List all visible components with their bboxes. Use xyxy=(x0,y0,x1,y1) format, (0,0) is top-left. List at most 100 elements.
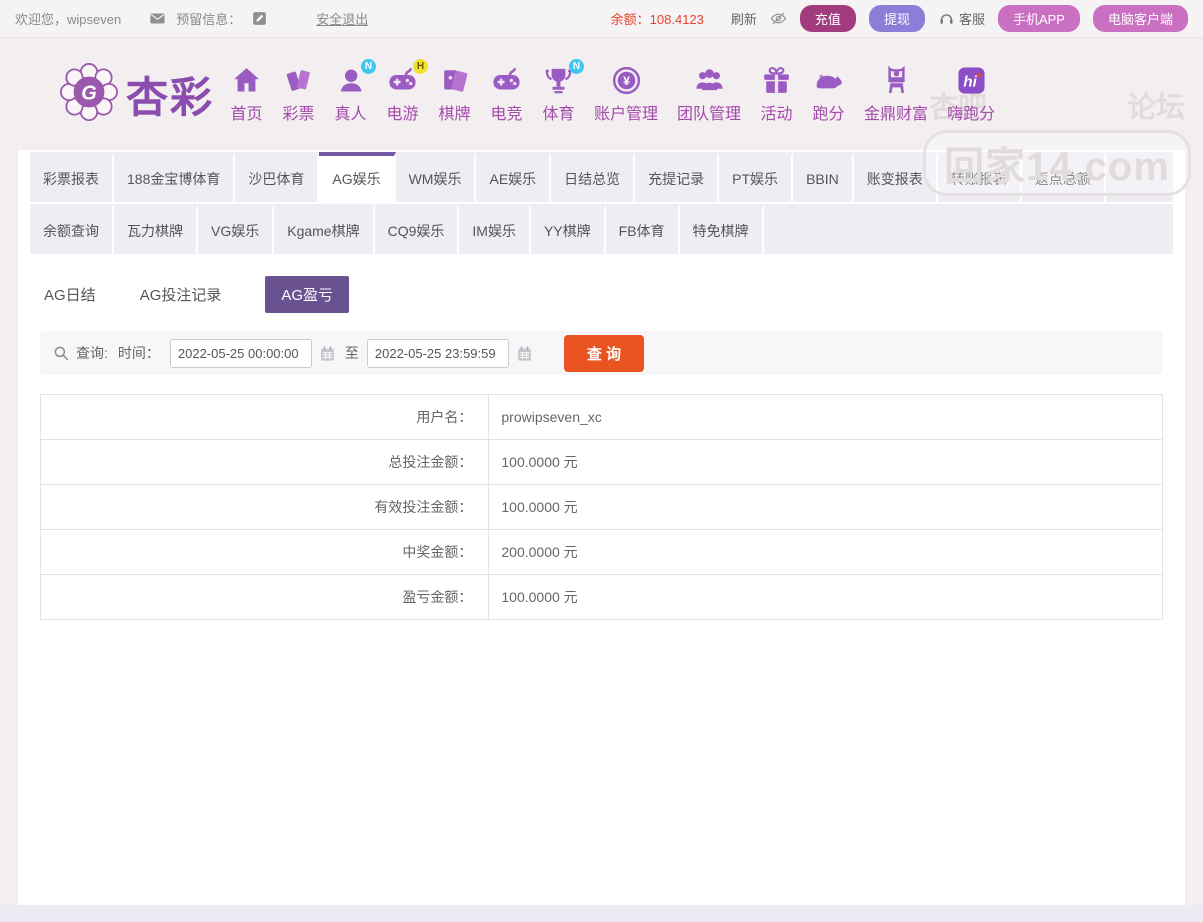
table-row: 盈亏金额： 100.0000 元 xyxy=(41,575,1162,620)
subtab-3[interactable]: AG盈亏 xyxy=(265,276,350,313)
headphones-icon xyxy=(938,10,955,27)
tab-row2-8[interactable]: FB体育 xyxy=(605,204,680,254)
badge-n-icon: N xyxy=(569,59,585,74)
nav-item-9[interactable]: 团队管理 xyxy=(677,64,741,124)
tab-row2-2[interactable]: 瓦力棋牌 xyxy=(114,204,198,254)
gamepad-icon: H xyxy=(386,59,429,97)
throne-icon xyxy=(880,64,913,97)
tab-row1-8[interactable]: 充提记录 xyxy=(635,152,720,202)
withdraw-button[interactable]: 提现 xyxy=(868,5,925,32)
nav-item-label: 首页 xyxy=(230,106,263,123)
nav-item-13[interactable]: hi 嗨跑分 xyxy=(947,64,995,124)
tab-row2-9[interactable]: 特免棋牌 xyxy=(679,204,764,254)
logout-link[interactable]: 安全退出 xyxy=(316,9,368,28)
search-button[interactable]: 查 询 xyxy=(563,334,645,372)
nav-item-10[interactable]: 活动 xyxy=(760,64,793,124)
nav-item-8[interactable]: ¥ 账户管理 xyxy=(594,64,658,124)
calendar-icon[interactable] xyxy=(515,344,534,363)
tab-row1-4[interactable]: AG娱乐 xyxy=(319,152,396,202)
tab-row1-10[interactable]: BBIN xyxy=(793,152,854,202)
gift-icon xyxy=(760,64,793,97)
tab-row2-7[interactable]: YY棋牌 xyxy=(530,204,606,254)
nav-item-2[interactable]: 彩票 xyxy=(282,64,315,124)
tab-row1-9[interactable]: PT娱乐 xyxy=(719,152,794,202)
query-label: 查询: xyxy=(76,345,108,361)
refresh-button[interactable]: 刷新 xyxy=(731,9,757,28)
nav-item-6[interactable]: 电竞 xyxy=(490,64,523,124)
tab-row-1: 彩票报表 188金宝博体育 沙巴体育 AG娱乐 WM娱乐 AE娱乐 日结总览 充提记录 PT娱乐… xyxy=(30,152,1173,202)
row-value: 200.0000 元 xyxy=(501,544,578,560)
watermark-right: 论坛 xyxy=(1126,92,1185,124)
edit-icon[interactable] xyxy=(251,10,268,27)
nav-item-7[interactable]: N 体育 xyxy=(542,59,585,124)
recharge-button[interactable]: 充值 xyxy=(799,5,856,32)
subtab-1[interactable]: AG日结 xyxy=(44,284,96,305)
nav-item-label: 团队管理 xyxy=(677,106,742,123)
tab-row2-4[interactable]: Kgame棋牌 xyxy=(274,204,375,254)
tab-row1-11[interactable]: 账变报表 xyxy=(853,152,938,202)
nav-item-5[interactable]: 棋牌 xyxy=(438,64,471,124)
row-label: 盈亏金额： xyxy=(41,575,490,619)
rhino-icon xyxy=(812,64,845,97)
nav-item-11[interactable]: 跑分 xyxy=(812,64,845,124)
table-row: 中奖金额： 200.0000 元 xyxy=(41,530,1162,575)
tab-row2-5[interactable]: CQ9娱乐 xyxy=(374,204,460,254)
badge-n-icon: N xyxy=(361,59,377,74)
row-value: 100.0000 元 xyxy=(501,499,578,515)
coin-icon: ¥ xyxy=(610,64,643,97)
tab-row1-12[interactable]: 转账报表 xyxy=(937,152,1022,202)
tab-row1-2[interactable]: 188金宝博体育 xyxy=(114,152,236,202)
live-person-icon: N xyxy=(334,59,377,97)
nav-item-4[interactable]: H 电游 xyxy=(386,59,429,124)
nav-item-label: 账户管理 xyxy=(594,106,659,123)
nav-item-12[interactable]: 金鼎财富 xyxy=(864,64,928,124)
mobile-app-button[interactable]: 手机APP xyxy=(997,5,1080,32)
calendar-icon[interactable] xyxy=(318,344,337,363)
tab-row2-1[interactable]: 余额查询 xyxy=(30,204,114,254)
svg-text:¥: ¥ xyxy=(623,74,630,88)
row-value: prowipseven_xc xyxy=(501,409,602,425)
subtab-2[interactable]: AG投注记录 xyxy=(140,284,222,305)
nav-item-label: 嗨跑分 xyxy=(947,106,996,123)
tab-row1-6[interactable]: AE娱乐 xyxy=(476,152,552,202)
trophy-icon: N xyxy=(542,59,585,97)
logo-flower-icon: G xyxy=(60,62,118,126)
tab-row1-5[interactable]: WM娱乐 xyxy=(395,152,477,202)
site-logo[interactable]: G 杏彩 xyxy=(60,62,214,126)
nav-item-1[interactable]: 首页 xyxy=(230,64,263,124)
logo-text: 杏彩 xyxy=(126,64,214,125)
tab-row1-3[interactable]: 沙巴体育 xyxy=(235,152,320,202)
nav-item-label: 彩票 xyxy=(282,106,315,123)
tab-row-2: 余额查询 瓦力棋牌 VG娱乐 Kgame棋牌 CQ9娱乐 IM娱乐 YY棋牌 FB体育 特免棋牌 xyxy=(30,204,1173,254)
pc-client-button[interactable]: 电脑客户端 xyxy=(1092,5,1188,32)
tab-row1-7[interactable]: 日结总览 xyxy=(551,152,636,202)
nav-item-label: 金鼎财富 xyxy=(864,106,929,123)
table-row: 总投注金额： 100.0000 元 xyxy=(41,440,1162,485)
tab-row1-1[interactable]: 彩票报表 xyxy=(30,152,114,202)
content-panel: 彩票报表 188金宝博体育 沙巴体育 AG娱乐 WM娱乐 AE娱乐 日结总览 充提记录 PT娱乐… xyxy=(18,150,1185,905)
gamepad-icon xyxy=(490,64,523,97)
nav-item-label: 体育 xyxy=(542,106,575,123)
search-bar: 查询: 时间： 至 查 询 xyxy=(40,331,1163,375)
envelope-icon[interactable] xyxy=(149,10,166,27)
search-icon xyxy=(52,344,70,362)
topbar: 欢迎您，wipseven 预留信息： 安全退出 余额：108.4123 刷新 充… xyxy=(0,0,1203,38)
tab-row2-6[interactable]: IM娱乐 xyxy=(459,204,531,254)
nav-item-3[interactable]: N 真人 xyxy=(334,59,377,124)
nav-item-label: 电游 xyxy=(386,106,419,123)
reserved-info-label: 预留信息： xyxy=(176,12,242,27)
tab-row2-3[interactable]: VG娱乐 xyxy=(198,204,275,254)
to-label: 至 xyxy=(344,345,359,361)
nav-item-label: 真人 xyxy=(334,106,367,123)
eye-slash-icon[interactable] xyxy=(770,10,787,27)
time-to-input[interactable] xyxy=(366,338,509,368)
customer-service[interactable]: 客服 xyxy=(938,9,985,28)
row-label: 用户名： xyxy=(41,395,490,439)
nav-item-label: 跑分 xyxy=(812,106,845,123)
tickets-icon xyxy=(282,64,315,97)
tab-row1-13[interactable]: 返点总额 xyxy=(1021,152,1106,202)
balance-text: 余额：108.4123 xyxy=(611,9,704,28)
nav-item-label: 电竞 xyxy=(490,106,523,123)
table-row: 用户名： prowipseven_xc xyxy=(41,395,1162,440)
time-from-input[interactable] xyxy=(169,338,312,368)
